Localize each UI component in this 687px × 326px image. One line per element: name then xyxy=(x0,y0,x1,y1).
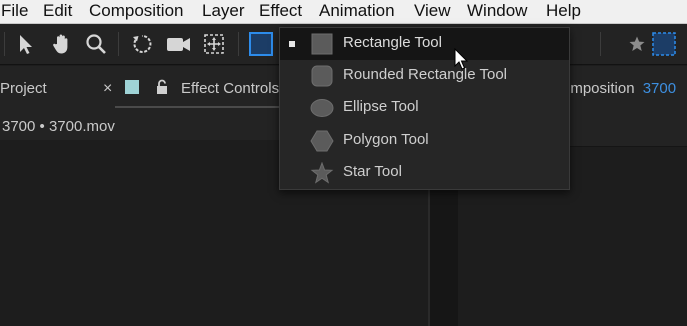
ellipse-icon xyxy=(310,99,334,117)
rounded-rectangle-tool-item[interactable]: Rounded Rectangle Tool xyxy=(280,60,569,92)
hand-tool-icon[interactable] xyxy=(49,32,73,56)
menu-composition[interactable]: Composition xyxy=(89,1,184,21)
snapping-icon[interactable] xyxy=(652,32,676,56)
rectangle-tool-item[interactable]: Rectangle Tool xyxy=(280,28,569,60)
rotation-tool-icon[interactable] xyxy=(130,32,154,56)
label-color-swatch xyxy=(125,80,139,94)
menu-help-label: Help xyxy=(546,1,581,20)
menu-help[interactable]: Help xyxy=(546,1,581,21)
menu-window[interactable]: Window xyxy=(467,1,527,21)
ellipse-tool-item[interactable]: Ellipse Tool xyxy=(280,92,569,124)
composition-tab-label: omposition xyxy=(562,80,635,97)
close-icon[interactable]: × xyxy=(103,80,112,98)
pan-behind-tool-icon[interactable] xyxy=(202,32,226,56)
lock-icon[interactable] xyxy=(155,79,169,95)
star-tool-label: Star Tool xyxy=(343,163,402,180)
menu-view-label: View xyxy=(414,1,451,20)
rectangle-tool-label: Rectangle Tool xyxy=(343,34,442,51)
project-tab[interactable]: Project xyxy=(0,80,47,97)
menu-bar: File Edit Composition Layer Effect Anima… xyxy=(0,0,687,24)
menu-view[interactable]: View xyxy=(414,1,451,21)
star-icon[interactable] xyxy=(627,32,647,56)
camera-tool-icon[interactable] xyxy=(165,32,193,56)
toolbar-separator xyxy=(118,32,119,56)
rectangle-icon xyxy=(311,33,333,55)
source-layer-label: 3700 • 3700.mov xyxy=(2,118,115,135)
polygon-tool-label: Polygon Tool xyxy=(343,131,429,148)
effect-controls-tab[interactable]: Effect Controls xyxy=(181,80,279,97)
rounded-rectangle-tool-label: Rounded Rectangle Tool xyxy=(343,66,508,83)
star-icon xyxy=(310,162,334,184)
menu-effect[interactable]: Effect xyxy=(259,1,302,21)
rounded-rectangle-icon xyxy=(311,65,333,87)
menu-effect-label: Effect xyxy=(259,1,303,20)
selected-bullet-icon xyxy=(289,41,295,47)
mouse-cursor-icon xyxy=(454,48,469,70)
toolbar-separator xyxy=(600,32,601,56)
menu-animation-label: Animation xyxy=(319,1,395,20)
menu-layer-label: Layer xyxy=(202,1,245,20)
polygon-tool-item[interactable]: Polygon Tool xyxy=(280,125,569,157)
polygon-icon xyxy=(310,130,334,152)
menu-animation[interactable]: Animation xyxy=(319,1,395,21)
menu-composition-label: Composition xyxy=(89,1,184,20)
menu-file[interactable]: File xyxy=(1,1,28,21)
shape-tools-dropdown: Rectangle Tool Rounded Rectangle Tool El… xyxy=(279,27,570,190)
selection-tool-icon[interactable] xyxy=(14,32,38,56)
menu-window-label: Window xyxy=(467,1,528,20)
star-tool-item[interactable]: Star Tool xyxy=(280,157,569,189)
zoom-tool-icon[interactable] xyxy=(84,32,108,56)
menu-file-label: File xyxy=(1,1,29,20)
composition-name: 3700 xyxy=(642,80,677,97)
toolbar-separator xyxy=(238,32,239,56)
ellipse-tool-label: Ellipse Tool xyxy=(343,98,419,115)
toolbar-grip xyxy=(4,32,5,56)
menu-edit[interactable]: Edit xyxy=(43,1,72,21)
menu-edit-label: Edit xyxy=(43,1,73,20)
composition-tab[interactable]: omposition 3700 xyxy=(562,80,676,97)
shape-tool-icon[interactable] xyxy=(249,32,273,56)
menu-layer[interactable]: Layer xyxy=(202,1,245,21)
